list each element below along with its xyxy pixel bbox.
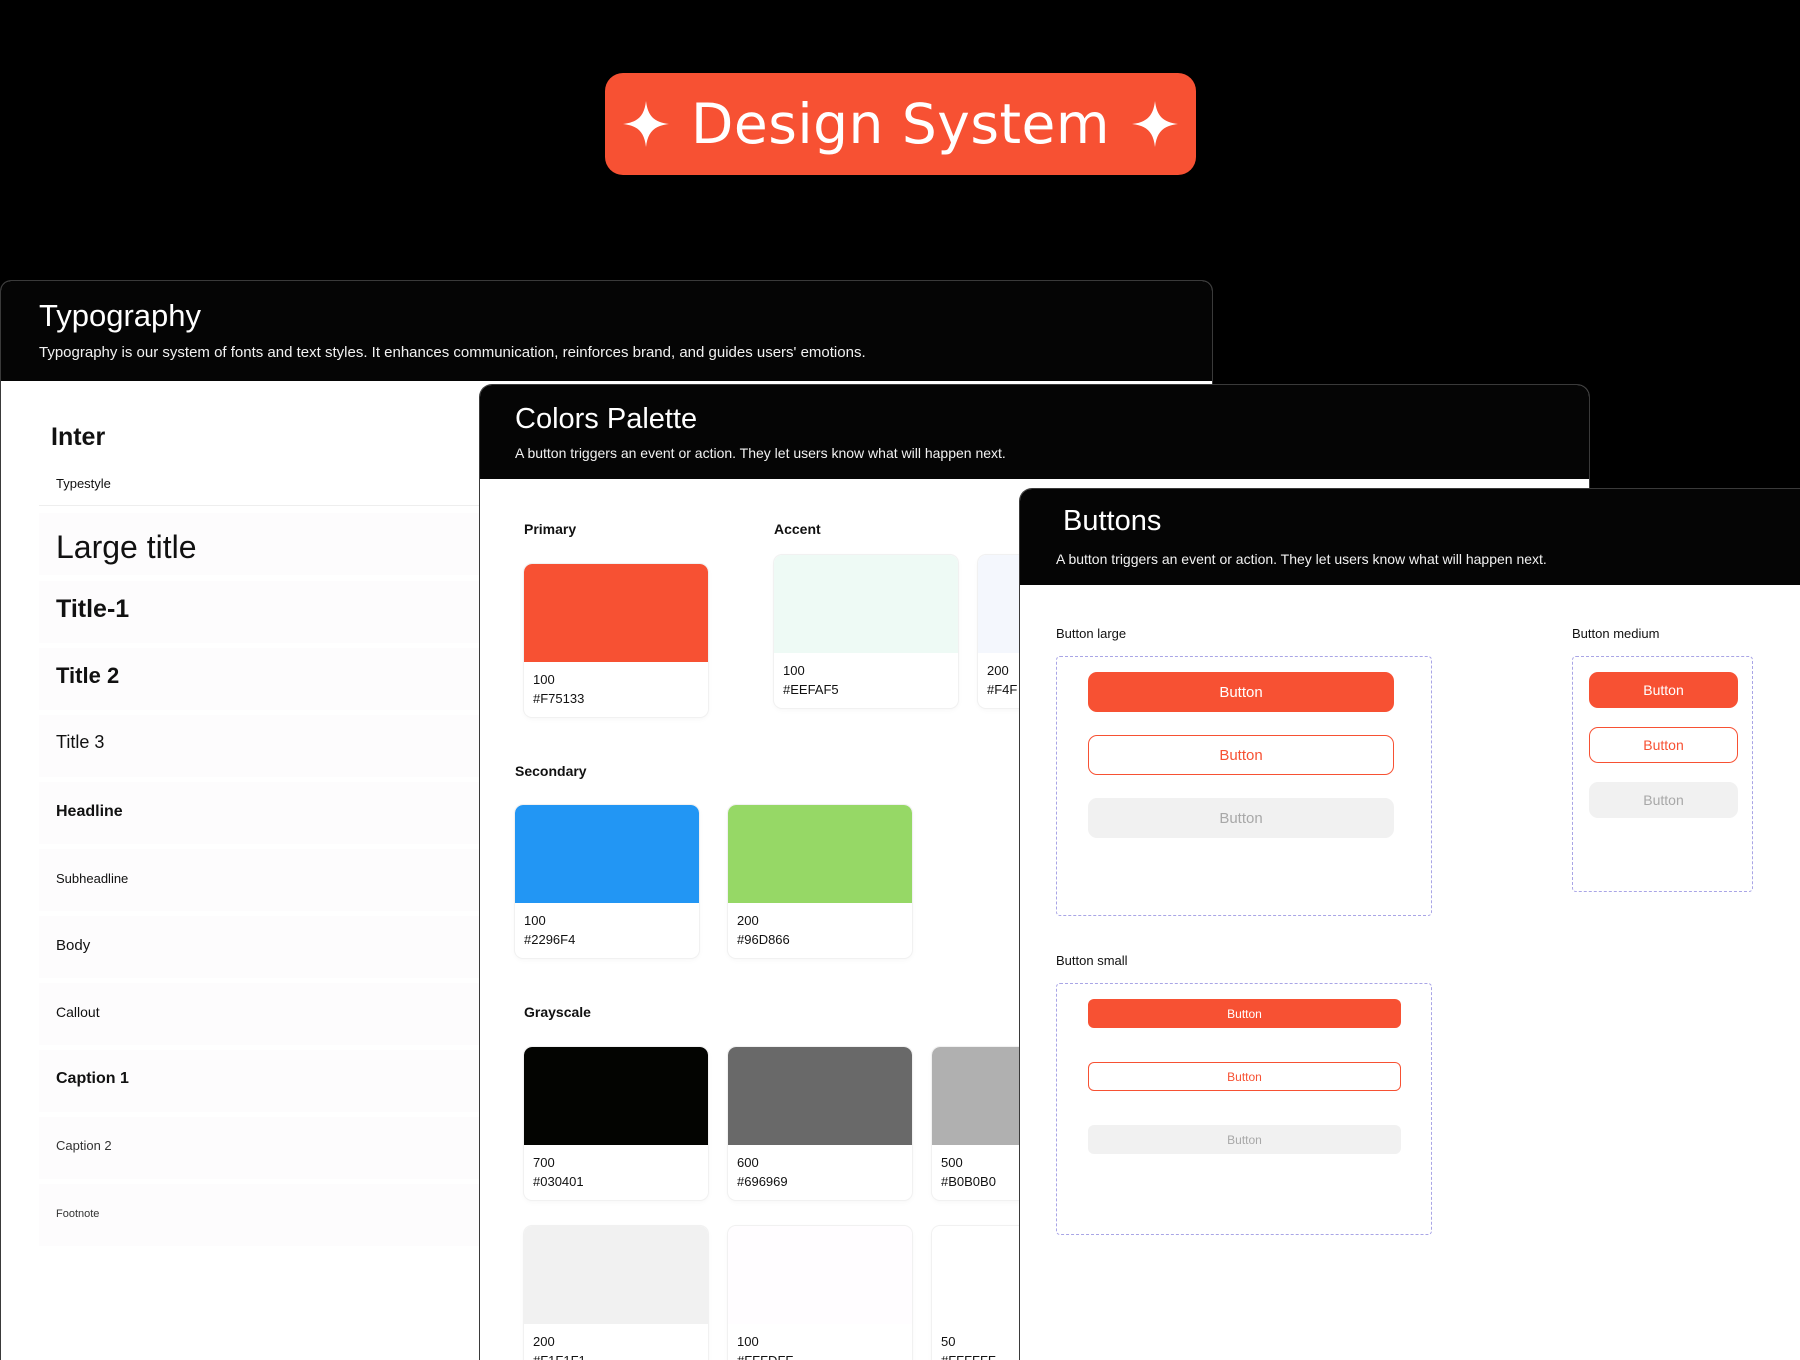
buttons-description: A button triggers an event or action. Th…: [1056, 551, 1547, 567]
typestyle-large-title: Large title: [56, 529, 197, 565]
typography-description: Typography is our system of fonts and te…: [39, 344, 866, 361]
button-small-primary[interactable]: Button: [1088, 999, 1401, 1028]
typestyle-row: Headline: [39, 782, 499, 844]
typestyle-title-1: Title-1: [56, 595, 130, 623]
typestyle-caption-2: Caption 2: [56, 1138, 112, 1153]
swatch-name: 100: [533, 672, 555, 687]
button-small-label: Button small: [1056, 953, 1128, 968]
swatch-hex: #FFFFFF: [941, 1353, 996, 1360]
swatch-name: 200: [737, 913, 759, 928]
swatch-name: 100: [737, 1334, 759, 1349]
swatch-color: [728, 1226, 912, 1324]
typestyle-callout: Callout: [56, 1004, 100, 1020]
typography-title: Typography: [39, 298, 201, 333]
typestyle-row: Subheadline: [39, 849, 499, 911]
grayscale-group-label: Grayscale: [524, 1004, 591, 1020]
swatch-name: 100: [524, 913, 546, 928]
typography-header: Typography Typography is our system of f…: [1, 281, 1212, 381]
swatch-name: 200: [533, 1334, 555, 1349]
color-swatch-gray-700: 700 #030401: [524, 1047, 708, 1200]
swatch-hex: #696969: [737, 1174, 788, 1189]
swatch-hex: #F1F1F1: [533, 1353, 586, 1360]
color-swatch-secondary-100: 100 #2296F4: [515, 805, 699, 958]
typestyle-row: Caption 1: [39, 1050, 499, 1112]
buttons-content: Button large Button Button Button Button…: [1020, 585, 1800, 1360]
button-small-outline[interactable]: Button: [1088, 1062, 1401, 1091]
button-small-disabled: Button: [1088, 1125, 1401, 1154]
swatch-name: 100: [783, 663, 805, 678]
color-swatch-gray-100: 100 #FFFDFF: [728, 1226, 912, 1360]
colors-title: Colors Palette: [515, 403, 698, 435]
color-swatch-gray-200: 200 #F1F1F1: [524, 1226, 708, 1360]
swatch-name: 700: [533, 1155, 555, 1170]
font-family-name: Inter: [51, 423, 106, 451]
sparkle-icon: [1131, 101, 1178, 147]
swatch-hex: #EEFAF5: [783, 682, 839, 697]
typestyle-row: Large title: [39, 513, 499, 575]
typestyle-subheadline: Subheadline: [56, 871, 129, 886]
swatch-hex: #FFFDFF: [737, 1353, 793, 1360]
hero-title: Design System: [691, 91, 1110, 156]
swatch-color: [774, 555, 958, 653]
swatch-name: 600: [737, 1155, 759, 1170]
button-large-label: Button large: [1056, 626, 1127, 641]
colors-description: A button triggers an event or action. Th…: [515, 445, 1006, 461]
typestyle-body: Body: [56, 937, 91, 954]
typestyle-title-3: Title 3: [56, 732, 105, 752]
swatch-name: 500: [941, 1155, 963, 1170]
buttons-panel: Buttons A button triggers an event or ac…: [1020, 489, 1800, 1360]
typestyle-column-header: Typestyle: [56, 476, 111, 491]
typestyle-row: Title 3: [39, 715, 499, 777]
button-medium-label: Button medium: [1572, 626, 1660, 641]
color-swatch-primary-100: 100 #F75133: [524, 564, 708, 717]
swatch-hex: #F75133: [533, 691, 585, 706]
primary-group-label: Primary: [524, 521, 577, 537]
typestyle-row: Body: [39, 916, 499, 978]
swatch-name: 200: [987, 663, 1009, 678]
buttons-title: Buttons: [1063, 505, 1162, 537]
swatch-hex: #B0B0B0: [941, 1174, 996, 1189]
color-swatch-gray-600: 600 #696969: [728, 1047, 912, 1200]
typestyle-footnote: Footnote: [56, 1208, 100, 1220]
swatch-hex: #F4F: [987, 682, 1018, 697]
swatch-hex: #96D866: [737, 932, 790, 947]
design-system-banner: Design System: [605, 73, 1196, 175]
divider: [39, 505, 499, 506]
accent-group-label: Accent: [774, 521, 821, 537]
buttons-header: Buttons A button triggers an event or ac…: [1020, 489, 1800, 585]
typestyle-row: Caption 2: [39, 1117, 499, 1179]
button-large-outline[interactable]: Button: [1088, 735, 1394, 775]
typestyle-row: Footnote: [39, 1184, 499, 1246]
swatch-hex: #030401: [533, 1174, 584, 1189]
color-swatch-secondary-200: 200 #96D866: [728, 805, 912, 958]
typestyle-headline: Headline: [56, 803, 123, 820]
button-large-primary[interactable]: Button: [1088, 672, 1394, 712]
swatch-color: [728, 805, 912, 903]
colors-header: Colors Palette A button triggers an even…: [480, 385, 1589, 479]
secondary-group-label: Secondary: [515, 763, 587, 779]
typestyle-caption-1: Caption 1: [56, 1070, 129, 1087]
button-medium-primary[interactable]: Button: [1589, 672, 1738, 708]
swatch-color: [728, 1047, 912, 1145]
sparkle-icon: [623, 101, 669, 147]
button-medium-disabled: Button: [1589, 782, 1738, 818]
swatch-color: [515, 805, 699, 903]
button-medium-outline[interactable]: Button: [1589, 727, 1738, 763]
typestyle-row: Title-1: [39, 581, 499, 643]
button-large-disabled: Button: [1088, 798, 1394, 838]
typestyle-title-2: Title 2: [56, 663, 120, 688]
swatch-name: 50: [941, 1334, 956, 1349]
swatch-color: [524, 1226, 708, 1324]
typestyle-row: Callout: [39, 983, 499, 1045]
swatch-color: [524, 564, 708, 662]
typestyle-row: Title 2: [39, 648, 499, 710]
color-swatch-accent-100: 100 #EEFAF5: [774, 555, 958, 708]
swatch-color: [524, 1047, 708, 1145]
swatch-hex: #2296F4: [524, 932, 576, 947]
